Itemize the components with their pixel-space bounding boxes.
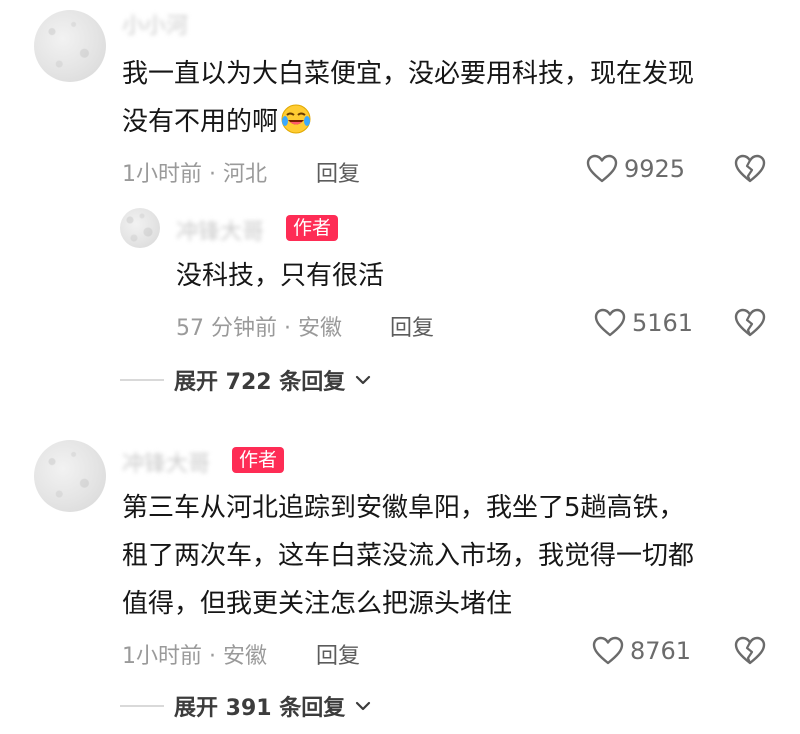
reply-button[interactable]: 回复 <box>316 156 360 188</box>
author-badge: 作者 <box>286 215 339 241</box>
reply-button[interactable]: 回复 <box>316 638 360 670</box>
like-button[interactable]: 8761 <box>592 636 691 666</box>
comment-text-line: 租了两次车，这车白菜没流入市场，我觉得一切都 <box>122 541 695 571</box>
reply-time-location: 57 分钟前 · 安徽 <box>176 316 342 341</box>
comment-text-line-with-emoji: 没有不用的啊 <box>122 98 312 146</box>
comment-time-location: 1小时前 · 安徽 <box>122 644 267 669</box>
reply-text: 没科技，只有很活 <box>176 261 385 291</box>
like-count: 5161 <box>632 309 694 337</box>
broken-heart-icon[interactable] <box>734 154 766 184</box>
divider <box>120 705 164 707</box>
heart-outline-icon <box>586 154 618 183</box>
divider <box>120 379 164 381</box>
avatar[interactable] <box>120 208 160 248</box>
username[interactable]: 小小河 <box>122 8 188 40</box>
expand-replies-label: 展开 722 条回复 <box>174 370 346 395</box>
reply-button[interactable]: 回复 <box>390 310 434 342</box>
like-count: 9925 <box>624 155 686 183</box>
avatar[interactable] <box>34 10 106 82</box>
broken-heart-icon[interactable] <box>734 308 766 338</box>
expand-replies-button[interactable]: 展开 391 条回复 <box>120 690 371 722</box>
avatar[interactable] <box>34 440 106 512</box>
comment-text-line: 值得，但我更关注怎么把源头堵住 <box>122 589 513 619</box>
heart-outline-icon <box>594 308 626 337</box>
heart-outline-icon <box>592 636 624 665</box>
crying-laughing-emoji-icon <box>281 104 311 134</box>
expand-replies-button[interactable]: 展开 722 条回复 <box>120 364 371 396</box>
like-button[interactable]: 5161 <box>594 308 693 338</box>
username[interactable]: 冲锋大哥 <box>176 214 264 246</box>
comment-time-location: 1小时前 · 河北 <box>122 162 267 187</box>
comment-text-line: 第三车从河北追踪到安徽阜阳，我坐了5趟高铁， <box>122 493 685 523</box>
username[interactable]: 冲锋大哥 <box>122 446 210 478</box>
like-count: 8761 <box>630 637 692 665</box>
chevron-down-icon <box>356 375 371 385</box>
broken-heart-icon[interactable] <box>734 636 766 666</box>
chevron-down-icon <box>356 701 371 711</box>
comment-text-line: 我一直以为大白菜便宜，没必要用科技，现在发现 <box>122 59 695 89</box>
expand-replies-label: 展开 391 条回复 <box>174 696 346 721</box>
author-badge: 作者 <box>232 447 285 473</box>
like-button[interactable]: 9925 <box>586 154 685 184</box>
comment-text: 没有不用的啊 <box>122 107 279 137</box>
